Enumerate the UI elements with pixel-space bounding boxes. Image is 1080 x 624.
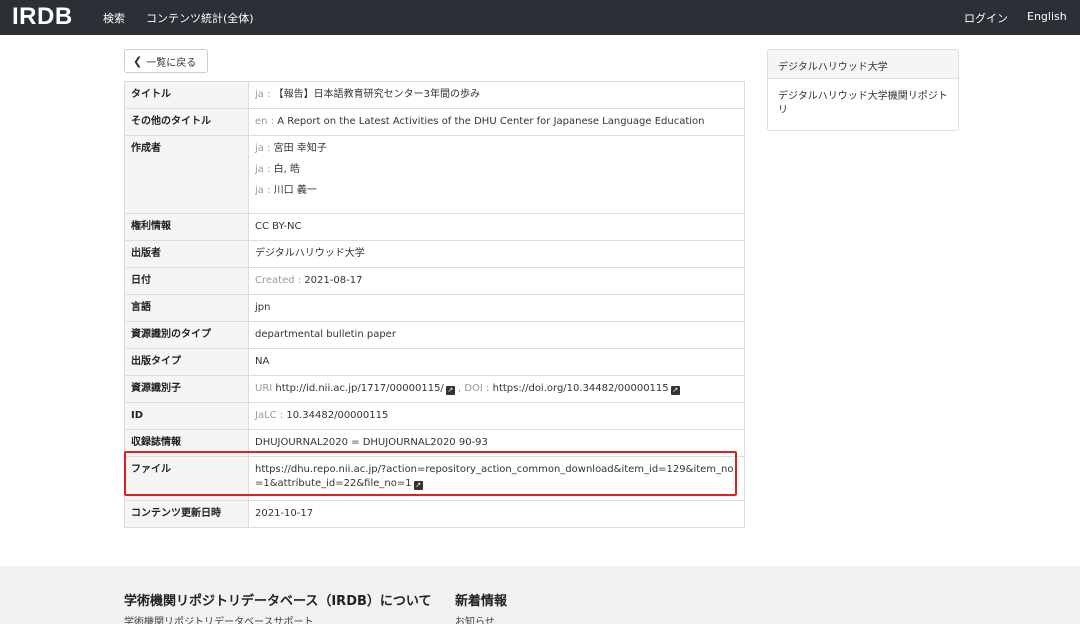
row-publisher: 出版者 デジタルハリウッド大学 — [124, 240, 745, 268]
row-publication-type: 出版タイプ NA — [124, 348, 745, 376]
nav-login-link[interactable]: ログイン — [964, 10, 1008, 26]
top-navbar: IRDB 検索 コンテンツ統計(全体) ログイン English — [0, 0, 1080, 35]
external-link-icon[interactable]: ↗ — [670, 386, 680, 395]
nav-language-link[interactable]: English — [1027, 10, 1067, 23]
doi-prefix: , DOI : — [458, 383, 490, 394]
row-rights: 権利情報 CC BY-NC — [124, 213, 745, 241]
file-value: https://dhu.repo.nii.ac.jp/?action=repos… — [248, 456, 745, 501]
updated-label: コンテンツ更新日時 — [124, 500, 249, 528]
creators-label: 作成者 — [124, 135, 249, 214]
date-label: 日付 — [124, 267, 249, 295]
chevron-left-icon: ❮ — [133, 54, 143, 68]
row-alt-title: その他のタイトル en : A Report on the Latest Act… — [124, 108, 745, 136]
row-resource-type: 資源識別のタイプ departmental bulletin paper — [124, 321, 745, 349]
title-lang: ja : — [255, 89, 271, 100]
rights-value: CC BY-NC — [248, 213, 745, 241]
title-text: 【報告】日本語教育研究センター3年間の歩み — [273, 89, 481, 100]
id-text: 10.34482/00000115 — [286, 410, 389, 421]
doi-link[interactable]: https://doi.org/10.34482/00000115 — [493, 383, 669, 394]
creator-name: 川口 義一 — [273, 185, 317, 196]
alt-title-text: A Report on the Latest Activities of the… — [277, 116, 705, 127]
nav-search-link[interactable]: 検索 — [103, 10, 125, 26]
row-id: ID JaLC : 10.34482/00000115 — [124, 402, 745, 430]
creator-item: ja : 宮田 幸知子 — [255, 142, 738, 156]
footer-news-heading: 新着情報 — [455, 594, 508, 609]
updated-value: 2021-10-17 — [248, 500, 745, 528]
external-link-icon[interactable]: ↗ — [445, 386, 455, 395]
institution-panel-heading: デジタルハリウッド大学 — [768, 50, 958, 79]
publication-type-value: NA — [248, 348, 745, 376]
alt-title-label: その他のタイトル — [124, 108, 249, 136]
language-value: jpn — [248, 294, 745, 322]
title-label: タイトル — [124, 81, 249, 109]
date-prefix: Created : — [255, 275, 302, 286]
journal-value: DHUJOURNAL2020 = DHUJOURNAL2020 90-93 — [248, 429, 745, 457]
id-label: ID — [124, 402, 249, 430]
creator-lang: ja : — [255, 185, 271, 196]
creator-item: ja : 白, 皓 — [255, 163, 738, 177]
footer-news-link[interactable]: お知らせ — [455, 613, 495, 624]
footer-support-link[interactable]: 学術機関リポジトリデータベースサポート — [124, 613, 314, 624]
publication-type-label: 出版タイプ — [124, 348, 249, 376]
creator-name: 白, 皓 — [273, 164, 301, 175]
external-link-icon[interactable]: ↗ — [413, 481, 423, 490]
date-text: 2021-08-17 — [304, 275, 363, 286]
uri-prefix: URI — [255, 383, 273, 394]
creator-item: ja : 川口 義一 — [255, 184, 738, 198]
id-prefix: JaLC : — [255, 410, 284, 421]
rights-label: 権利情報 — [124, 213, 249, 241]
back-to-list-button[interactable]: ❮ 一覧に戻る — [124, 49, 208, 73]
row-language: 言語 jpn — [124, 294, 745, 322]
brand-logo[interactable]: IRDB — [12, 3, 73, 31]
creator-lang: ja : — [255, 164, 271, 175]
institution-panel: デジタルハリウッド大学 デジタルハリウッド大学機関リポジトリ — [767, 49, 959, 131]
identifier-value: URI http://id.nii.ac.jp/1717/00000115/↗ … — [248, 375, 745, 403]
nav-stats-link[interactable]: コンテンツ統計(全体) — [146, 10, 254, 26]
journal-label: 収録誌情報 — [124, 429, 249, 457]
publisher-label: 出版者 — [124, 240, 249, 268]
publisher-value: デジタルハリウッド大学 — [248, 240, 745, 268]
footer-about-heading: 学術機関リポジトリデータベース（IRDB）について — [124, 594, 432, 609]
creator-name: 宮田 幸知子 — [273, 143, 327, 154]
row-date: 日付 Created : 2021-08-17 — [124, 267, 745, 295]
back-to-list-label: 一覧に戻る — [146, 57, 197, 69]
uri-link[interactable]: http://id.nii.ac.jp/1717/00000115/ — [275, 383, 443, 394]
title-value: ja : 【報告】日本語教育研究センター3年間の歩み — [248, 81, 745, 109]
row-identifier: 資源識別子 URI http://id.nii.ac.jp/1717/00000… — [124, 375, 745, 403]
alt-title-value: en : A Report on the Latest Activities o… — [248, 108, 745, 136]
date-value: Created : 2021-08-17 — [248, 267, 745, 295]
footer: 学術機関リポジトリデータベース（IRDB）について 学術機関リポジトリデータベー… — [0, 566, 1080, 624]
id-value: JaLC : 10.34482/00000115 — [248, 402, 745, 430]
alt-title-lang: en : — [255, 116, 275, 127]
row-title: タイトル ja : 【報告】日本語教育研究センター3年間の歩み — [124, 81, 745, 109]
row-journal: 収録誌情報 DHUJOURNAL2020 = DHUJOURNAL2020 90… — [124, 429, 745, 457]
resource-type-label: 資源識別のタイプ — [124, 321, 249, 349]
institution-repository-link[interactable]: デジタルハリウッド大学機関リポジトリ — [768, 79, 958, 129]
identifier-label: 資源識別子 — [124, 375, 249, 403]
row-creators: 作成者 ja : 宮田 幸知子 ja : 白, 皓 ja : 川口 義一 — [124, 135, 745, 214]
row-updated: コンテンツ更新日時 2021-10-17 — [124, 500, 745, 528]
creators-value: ja : 宮田 幸知子 ja : 白, 皓 ja : 川口 義一 — [248, 135, 745, 214]
language-label: 言語 — [124, 294, 249, 322]
resource-type-value: departmental bulletin paper — [248, 321, 745, 349]
row-file: ファイル https://dhu.repo.nii.ac.jp/?action=… — [124, 456, 745, 501]
file-download-link[interactable]: https://dhu.repo.nii.ac.jp/?action=repos… — [255, 464, 734, 489]
file-label: ファイル — [124, 456, 249, 501]
creator-lang: ja : — [255, 143, 271, 154]
metadata-table: タイトル ja : 【報告】日本語教育研究センター3年間の歩み その他のタイトル… — [124, 81, 745, 528]
